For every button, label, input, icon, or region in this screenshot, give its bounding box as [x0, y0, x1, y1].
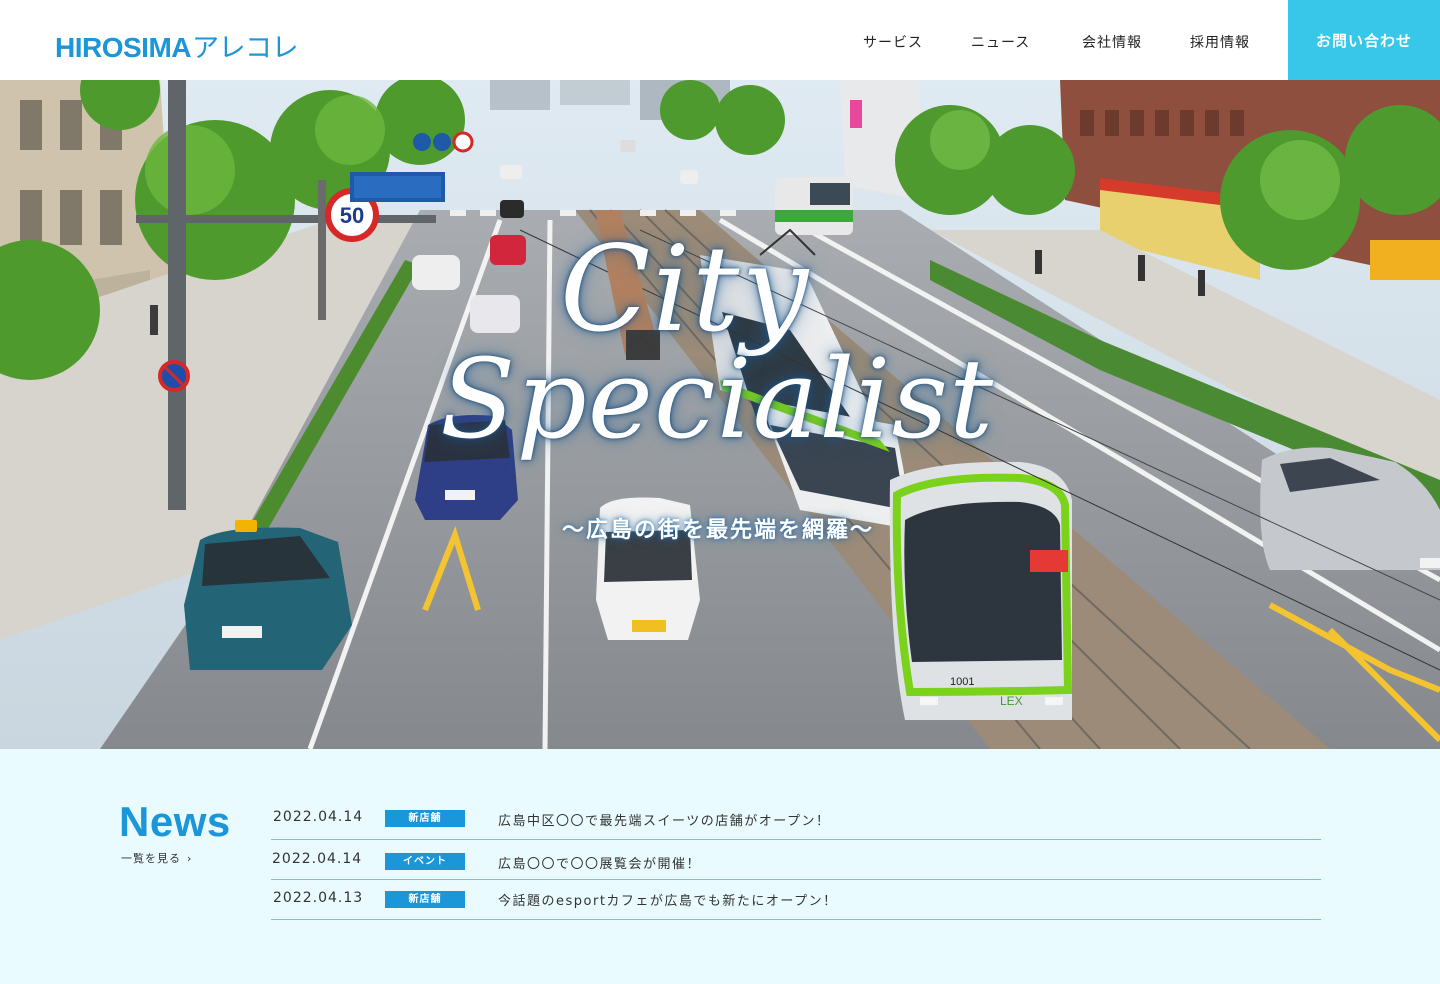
news-date: 2022.04.13 [273, 890, 364, 906]
news-date: 2022.04.14 [272, 851, 363, 867]
hero-subtitle-text: 〜広島の街を最先端を網羅〜 [561, 518, 874, 543]
news-tag: 新店舗 [385, 810, 465, 827]
news-item[interactable]: 2022.04.14 イベント 広島〇〇で〇〇展覧会が開催！ [271, 840, 1321, 880]
news-more-link[interactable]: 一覧を見る › [121, 850, 192, 866]
news-title: 広島中区〇〇で最先端スイーツの店舗がオープン！ [498, 814, 831, 829]
news-heading: News [119, 798, 231, 845]
tram-brand: LEX [1000, 694, 1023, 708]
news-section: News 一覧を見る › 2022.04.14 新店舗 広島中区〇〇で最先端スイー… [0, 749, 1440, 984]
news-item[interactable]: 2022.04.13 新店舗 今話題のesportカフェが広島でも新たにオープン… [271, 880, 1321, 920]
main-nav: サービス ニュース 会社情報 採用情報 [0, 0, 1440, 80]
news-more-label: 一覧を見る [121, 852, 181, 865]
news-tag: イベント [385, 853, 465, 870]
tram-number: 1001 [950, 676, 974, 688]
nav-item-recruit[interactable]: 採用情報 [1190, 32, 1250, 52]
hero-section: 50 1001 LEX City Specialist 〜広島の街を最先端を網羅… [0, 80, 1440, 749]
hero-title-line2: Specialist [440, 335, 995, 463]
chevron-right-icon: › [187, 852, 193, 865]
news-date: 2022.04.14 [273, 809, 364, 825]
nav-item-service[interactable]: サービス [863, 32, 923, 52]
news-tag: 新店舗 [385, 891, 465, 908]
speed-sign: 50 [340, 203, 364, 228]
news-item[interactable]: 2022.04.14 新店舗 広島中区〇〇で最先端スイーツの店舗がオープン！ [271, 801, 1321, 840]
nav-item-company[interactable]: 会社情報 [1082, 32, 1142, 52]
contact-button[interactable]: お問い合わせ [1288, 0, 1440, 80]
news-title: 今話題のesportカフェが広島でも新たにオープン！ [498, 894, 838, 909]
site-header: HIROSIMAアレコレ サービス ニュース 会社情報 採用情報 お問い合わせ [0, 0, 1440, 80]
hero-subtitle: 〜広島の街を最先端を網羅〜 [0, 512, 1440, 544]
nav-item-news[interactable]: ニュース [971, 32, 1030, 52]
news-title: 広島〇〇で〇〇展覧会が開催！ [498, 857, 702, 872]
